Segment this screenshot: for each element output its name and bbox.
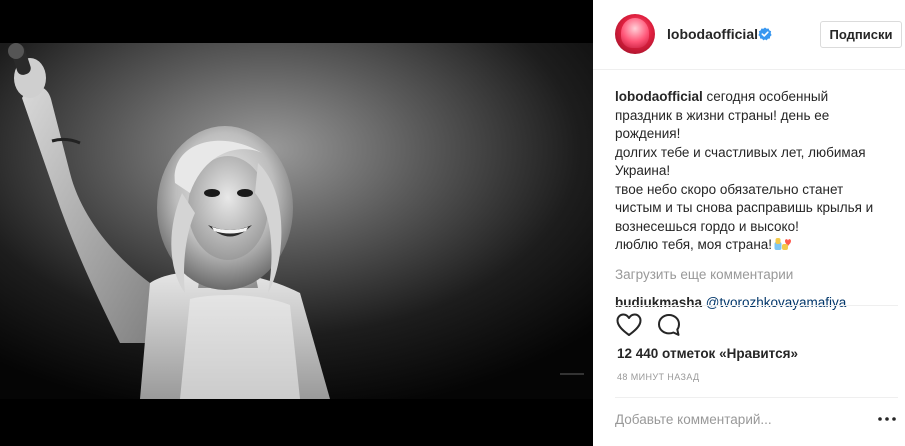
caption-line: Украина!: [615, 163, 671, 178]
verified-badge-icon: [758, 27, 772, 41]
comments-list: lobodaofficial сегодня особенный праздни…: [615, 88, 890, 313]
post-sidebar: lobodaofficial Подписки lobodaofficial с…: [593, 0, 905, 446]
caption: lobodaofficial сегодня особенный праздни…: [615, 88, 890, 255]
heart-outline-icon[interactable]: [616, 313, 642, 337]
load-more-comments-link[interactable]: Загрузить еще комментарии: [615, 266, 890, 285]
author-avatar[interactable]: [615, 14, 655, 54]
caption-line: долгих тебе и счастливых лет, любимая: [615, 144, 866, 160]
comment-item: budiukmasha @tvorozhkovayamafiya: [615, 294, 890, 313]
author-username[interactable]: lobodaofficial: [667, 26, 758, 42]
post-header: lobodaofficial Подписки: [593, 0, 905, 70]
following-button[interactable]: Подписки: [820, 21, 902, 48]
caption-line: вознесешься гордо и высоко!: [615, 218, 799, 234]
divider: [615, 305, 898, 306]
concert-photo-image: [0, 43, 593, 399]
caption-line: люблю тебя, моя страна!: [615, 237, 773, 252]
caption-line: рождения!: [615, 126, 681, 141]
post-media: [0, 0, 593, 446]
caption-line: сегодня особенный: [706, 89, 829, 104]
comment-mention-link[interactable]: @tvorozhkovayamafiya: [706, 295, 847, 310]
caption-line: чистым и ты снова расправишь крылья и: [615, 200, 874, 215]
post-timestamp[interactable]: 48 МИНУТ НАЗАД: [617, 372, 700, 382]
caption-line: праздник в жизни страны! день ее: [615, 107, 830, 123]
comment-bubble-icon[interactable]: [657, 313, 681, 337]
likes-count[interactable]: 12 440 отметок «Нравится»: [617, 346, 798, 361]
caption-username[interactable]: lobodaofficial: [615, 89, 703, 104]
more-options-icon[interactable]: [877, 412, 897, 426]
caption-line: твое небо скоро обязательно станет: [615, 181, 844, 197]
add-comment-input[interactable]: [615, 408, 865, 430]
post-photo[interactable]: [0, 43, 593, 399]
comment-username[interactable]: budiukmasha: [615, 295, 702, 310]
divider: [615, 397, 898, 398]
raised-hands-heart-emoji: [774, 238, 792, 250]
caption-last-line: люблю тебя, моя страна!: [615, 236, 890, 255]
